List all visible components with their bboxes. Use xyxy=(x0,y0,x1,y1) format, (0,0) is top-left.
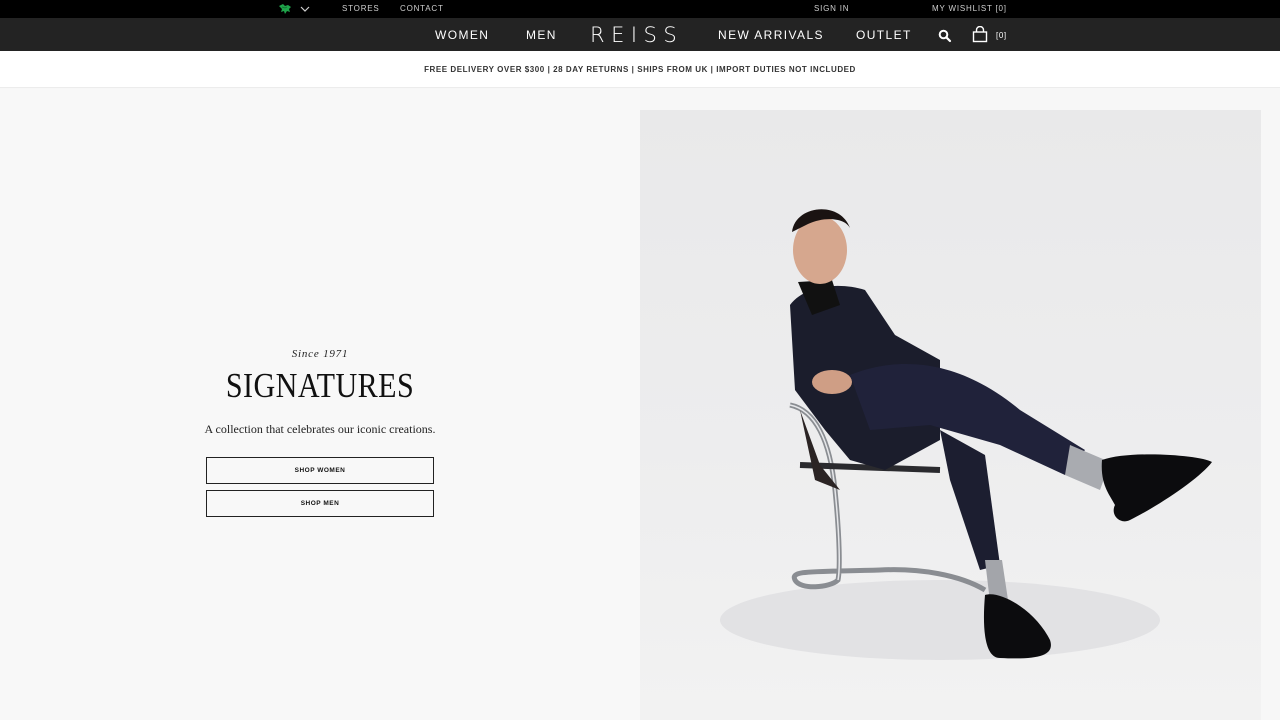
sign-in-link[interactable]: SIGN IN xyxy=(814,0,849,18)
stores-link[interactable]: STORES xyxy=(342,0,380,18)
nav-outlet[interactable]: OUTLET xyxy=(856,18,912,51)
hero-image[interactable] xyxy=(640,110,1261,720)
globe-flag-icon xyxy=(279,4,291,14)
bag-count: [0] xyxy=(996,31,1007,40)
shopping-bag-icon xyxy=(972,25,988,43)
country-selector[interactable] xyxy=(278,3,312,15)
chevron-down-icon xyxy=(300,6,310,12)
nav-men[interactable]: MEN xyxy=(526,18,557,51)
bag-button[interactable] xyxy=(972,25,988,48)
hero-description: A collection that celebrates our iconic … xyxy=(204,422,436,436)
search-icon xyxy=(938,29,952,43)
promo-banner: FREE DELIVERY OVER $300 | 28 DAY RETURNS… xyxy=(0,51,1280,88)
utility-bar: STORES CONTACT SIGN IN MY WISHLIST [0] xyxy=(0,0,1280,18)
hero-eyebrow: Since 1971 xyxy=(291,348,349,360)
brand-logo[interactable]: REISS xyxy=(590,18,683,51)
contact-link[interactable]: CONTACT xyxy=(400,0,444,18)
main-navigation: WOMEN MEN REISS NEW ARRIVALS OUTLET [0] xyxy=(0,18,1280,51)
hero-model-illustration xyxy=(720,209,1212,660)
hero-title: SIGNATURES xyxy=(225,366,415,405)
shop-women-button[interactable]: SHOP WOMEN xyxy=(206,457,434,484)
nav-new-arrivals[interactable]: NEW ARRIVALS xyxy=(718,18,824,51)
nav-women[interactable]: WOMEN xyxy=(435,18,489,51)
promo-text: FREE DELIVERY OVER $300 | 28 DAY RETURNS… xyxy=(424,65,856,74)
shop-men-button[interactable]: SHOP MEN xyxy=(206,490,434,517)
wishlist-link[interactable]: MY WISHLIST [0] xyxy=(932,0,1007,18)
search-button[interactable] xyxy=(938,29,952,48)
